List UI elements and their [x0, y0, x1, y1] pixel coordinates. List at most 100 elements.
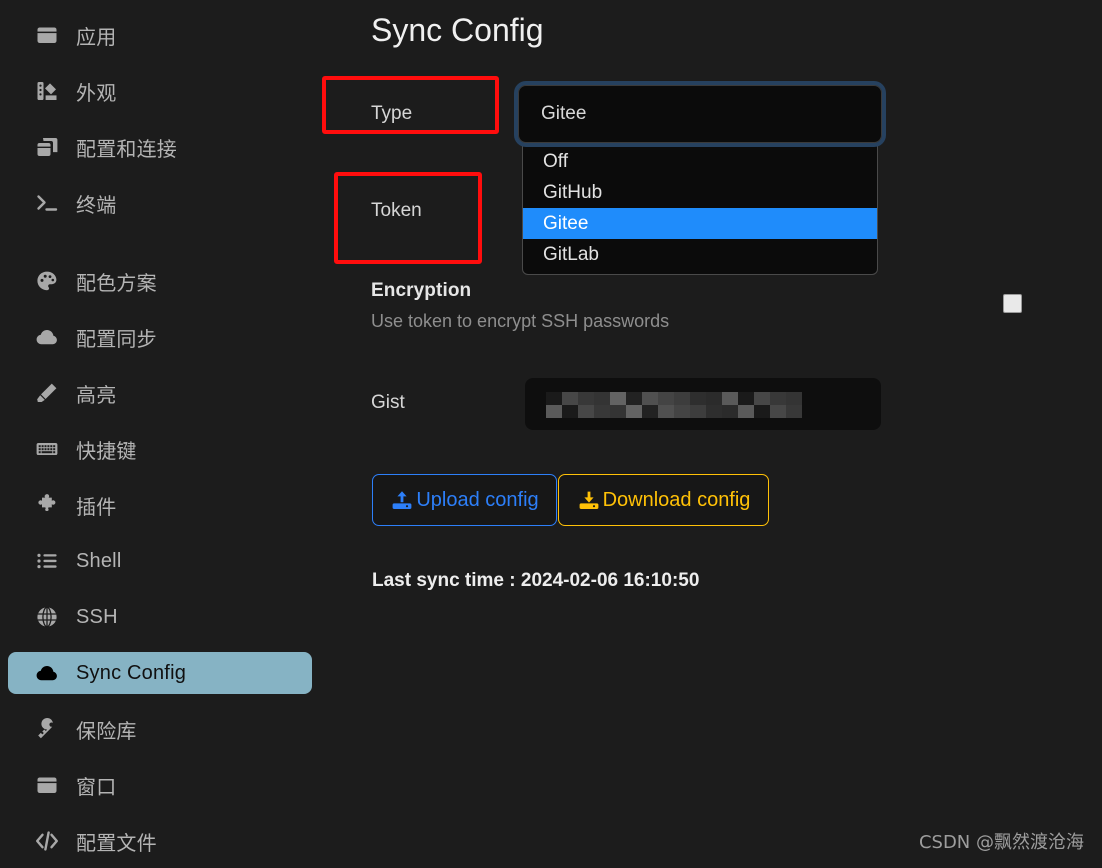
mosaic-tile [738, 405, 754, 418]
sidebar-item-label: Sync Config [76, 661, 187, 684]
sidebar-item-shell[interactable]: Shell [8, 540, 312, 582]
encryption-title: Encryption [371, 280, 472, 301]
terminal-icon [34, 190, 60, 216]
sidebar-item-sync-config[interactable]: Sync Config [8, 652, 312, 694]
config-action-buttons: Upload config Download config [372, 474, 769, 526]
sidebar-item-配置文件[interactable]: 配置文件 [8, 820, 312, 862]
mosaic-tile [722, 405, 738, 418]
mosaic-tile [706, 405, 722, 418]
sidebar-item-插件[interactable]: 插件 [8, 484, 312, 526]
sidebar-item-终端[interactable]: 终端 [8, 182, 312, 224]
download-icon [577, 488, 601, 512]
mosaic-tile [578, 405, 594, 418]
window-icon [34, 772, 60, 798]
sidebar-item-快捷键[interactable]: 快捷键 [8, 428, 312, 470]
type-dropdown-list[interactable]: Off GitHub Gitee GitLab [522, 141, 878, 275]
sidebar-item-label: 快捷键 [76, 440, 137, 463]
sidebar-item-label: 插件 [76, 496, 117, 519]
mosaic-tile [754, 392, 770, 405]
download-config-label: Download config [602, 488, 751, 511]
sidebar-item-label: 配色方案 [76, 272, 157, 295]
mosaic-tile [674, 405, 690, 418]
mosaic-tile [786, 405, 802, 418]
gist-label: Gist [371, 392, 405, 413]
type-label: Type [371, 103, 413, 124]
mosaic-tile [770, 405, 786, 418]
mosaic-tile [786, 392, 802, 405]
mosaic-tile [690, 392, 706, 405]
gist-input[interactable] [525, 378, 881, 430]
sidebar-item-保险库[interactable]: 保险库 [8, 708, 312, 750]
window-icon [34, 22, 60, 48]
mosaic-tile [594, 405, 610, 418]
sidebar-item-label: 配置和连接 [76, 138, 177, 161]
mosaic-tile [626, 405, 642, 418]
mosaic-tile [562, 392, 578, 405]
mosaic-tile [674, 392, 690, 405]
cloud-icon [34, 660, 60, 686]
type-option-gitlab[interactable]: GitLab [523, 239, 877, 270]
sidebar-item-窗口[interactable]: 窗口 [8, 764, 312, 806]
mosaic-tile [658, 392, 674, 405]
globe-icon [34, 604, 60, 630]
sidebar-item-配色方案[interactable]: 配色方案 [8, 260, 312, 302]
type-select-wrapper: Gitee Off GitHub Gitee GitLab [514, 81, 886, 275]
encryption-setting: Encryption Use token to encrypt SSH pass… [371, 280, 1071, 332]
mosaic-tile [754, 405, 770, 418]
mosaic-tile [658, 405, 674, 418]
mosaic-tile [722, 392, 738, 405]
cloud-icon [34, 324, 60, 350]
mosaic-tile [594, 392, 610, 405]
token-label: Token [371, 200, 422, 221]
mosaic-tile [690, 405, 706, 418]
sidebar-item-label: 外观 [76, 82, 117, 105]
sidebar-item-配置和连接[interactable]: 配置和连接 [8, 126, 312, 168]
watermark: CSDN @飘然渡沧海 [918, 832, 1084, 853]
mosaic-tile [738, 392, 754, 405]
mosaic-tile [546, 405, 562, 418]
page-title: Sync Config [371, 12, 544, 48]
type-option-off[interactable]: Off [523, 146, 877, 177]
keyboard-icon [34, 436, 60, 462]
sync-config-settings-window: 应用外观配置和连接终端配色方案配置同步高亮快捷键插件 Shell SSH Sync C… [0, 0, 1102, 868]
mosaic-tile [770, 392, 786, 405]
key-icon [34, 716, 60, 742]
sidebar-item-应用[interactable]: 应用 [8, 14, 312, 56]
type-option-github[interactable]: GitHub [523, 177, 877, 208]
encryption-checkbox[interactable] [1003, 294, 1022, 313]
last-sync-time: Last sync time : 2024-02-06 16:10:50 [372, 570, 700, 591]
sidebar-item-label: SSH [76, 605, 118, 628]
gist-masked-value [546, 392, 802, 418]
sidebar-item-外观[interactable]: 外观 [8, 70, 312, 112]
list-icon [34, 548, 60, 574]
sidebar-item-label: 保险库 [76, 720, 137, 743]
settings-sidebar: 应用外观配置和连接终端配色方案配置同步高亮快捷键插件 Shell SSH Sync C… [0, 0, 320, 868]
sidebar-item-label: 应用 [76, 26, 117, 49]
upload-config-button[interactable]: Upload config [372, 474, 557, 526]
mosaic-tile [610, 392, 626, 405]
sidebar-item-label: 配置文件 [76, 832, 157, 855]
palette-icon [34, 268, 60, 294]
sidebar-item-label: Shell [76, 549, 122, 572]
upload-config-label: Upload config [416, 488, 539, 511]
type-option-gitee[interactable]: Gitee [523, 208, 877, 239]
code-icon [34, 828, 60, 854]
sidebar-item-高亮[interactable]: 高亮 [8, 372, 312, 414]
type-select[interactable]: Gitee [514, 81, 886, 147]
sidebar-item-label: 高亮 [76, 384, 117, 407]
mosaic-tile [642, 392, 658, 405]
download-config-button[interactable]: Download config [558, 474, 769, 526]
mosaic-tile [706, 392, 722, 405]
encryption-description: Use token to encrypt SSH passwords [371, 311, 670, 331]
mosaic-tile [562, 405, 578, 418]
copy-layers-icon [34, 134, 60, 160]
palette-swatch-icon [34, 78, 60, 104]
sidebar-item-ssh[interactable]: SSH [8, 596, 312, 638]
type-select-value: Gitee [541, 103, 587, 124]
sidebar-item-配置同步[interactable]: 配置同步 [8, 316, 312, 358]
sidebar-item-label: 窗口 [76, 776, 117, 799]
main-content: Sync Config Type Gitee Off GitHub Gitee Git… [320, 0, 1102, 868]
mosaic-tile [610, 405, 626, 418]
mosaic-tile [626, 392, 642, 405]
mosaic-tile [546, 392, 562, 405]
